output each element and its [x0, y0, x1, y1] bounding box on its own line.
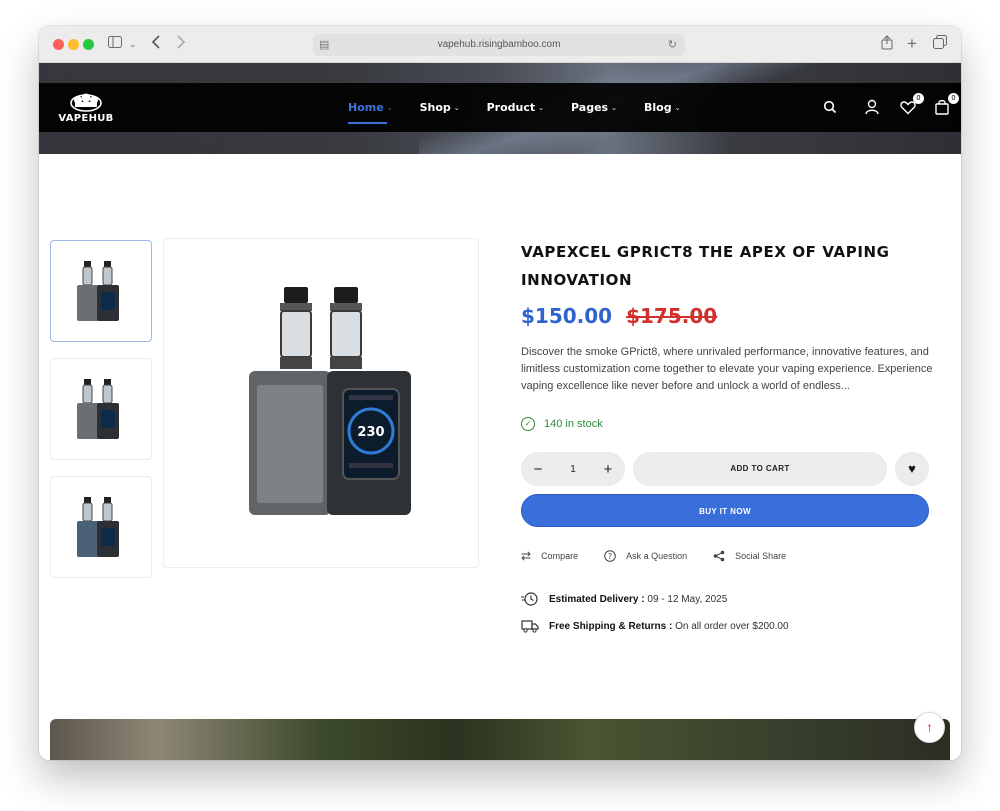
address-bar[interactable]: ▤ vapehub.risingbamboo.com ↻ [313, 34, 685, 56]
minimize-window-button[interactable] [68, 39, 79, 50]
share-nodes-icon [713, 550, 725, 562]
vape-device-image [77, 261, 119, 321]
site-logo[interactable]: VAPEHUB [56, 92, 116, 124]
wishlist-icon[interactable]: 0 [900, 93, 924, 116]
new-tab-icon[interactable]: + [907, 35, 917, 53]
nav-item-home[interactable]: Home ⌄ [348, 101, 393, 124]
chevron-down-icon: ⌄ [386, 103, 393, 112]
estimated-delivery: Estimated Delivery : 09 - 12 May, 2025 [521, 591, 727, 607]
heart-icon: ♥ [908, 461, 916, 476]
vape-device-image: 230 [249, 287, 411, 515]
browser-toolbar: ⌄ ▤ vapehub.risingbamboo.com ↻ + [39, 26, 961, 63]
cart-count-badge: 0 [948, 93, 959, 104]
free-shipping: Free Shipping & Returns : On all order o… [521, 618, 789, 634]
product-main-image[interactable]: 230 [163, 238, 479, 568]
cart-icon[interactable]: 0 [935, 93, 959, 116]
shipping-label: Free Shipping & Returns : [549, 620, 673, 632]
browser-window: ⌄ ▤ vapehub.risingbamboo.com ↻ + VAPEHUB… [39, 26, 961, 760]
increase-quantity-button[interactable]: + [601, 461, 615, 478]
truck-icon [521, 620, 539, 633]
back-arrow-icon[interactable] [151, 35, 161, 53]
product-thumbnail-2[interactable] [50, 358, 152, 460]
buy-now-button[interactable]: BUY IT NOW [521, 494, 929, 527]
reload-icon[interactable]: ↻ [668, 34, 677, 56]
search-icon[interactable] [823, 98, 841, 116]
tab-overview-icon[interactable] [933, 35, 947, 53]
nav-item-pages[interactable]: Pages ⌄ [571, 101, 617, 114]
svg-text:?: ? [608, 552, 612, 561]
chevron-down-icon: ⌄ [538, 103, 545, 112]
price-row: $150.00 $175.00 [521, 304, 717, 328]
product-thumbnail-1[interactable] [50, 240, 152, 342]
delivery-label: Estimated Delivery : [549, 593, 645, 605]
nav-item-shop[interactable]: Shop ⌄ [420, 101, 460, 114]
logo-emblem-icon [70, 93, 102, 112]
original-price: $175.00 [626, 304, 718, 328]
social-share-link[interactable]: Social Share [713, 550, 786, 562]
product-actions: ⇄ Compare ? Ask a Question Social Share [521, 549, 786, 563]
product-description: Discover the smoke GPrict8, where unriva… [521, 346, 933, 392]
add-to-wishlist-button[interactable]: ♥ [895, 452, 929, 486]
nav-item-blog[interactable]: Blog ⌄ [644, 101, 680, 114]
quantity-stepper: − 1 + [521, 452, 625, 486]
arrow-up-icon: ↑ [926, 719, 933, 735]
svg-text:230: 230 [357, 425, 384, 440]
nav-menu: Home ⌄ Shop ⌄ Product ⌄ Pages ⌄ Blog ⌄ [348, 83, 707, 132]
compare-link[interactable]: ⇄ Compare [521, 549, 578, 563]
header-banner: VAPEHUB Home ⌄ Shop ⌄ Product ⌄ Pages ⌄ [39, 63, 961, 154]
wishlist-count-badge: 0 [913, 93, 924, 104]
scroll-to-top-button[interactable]: ↑ [914, 712, 945, 743]
promo-banner-image [50, 719, 950, 760]
compare-arrows-icon: ⇄ [521, 549, 532, 563]
vape-device-image [77, 379, 119, 439]
account-icon[interactable] [864, 98, 882, 116]
nav-item-product[interactable]: Product ⌄ [487, 101, 544, 114]
forward-arrow-icon[interactable] [176, 35, 186, 53]
url-text: vapehub.risingbamboo.com [437, 39, 561, 50]
page-icon: ▤ [319, 39, 330, 51]
close-window-button[interactable] [53, 39, 64, 50]
decrease-quantity-button[interactable]: − [531, 461, 545, 478]
ask-question-link[interactable]: ? Ask a Question [604, 550, 687, 562]
product-title: VAPEXCEL GPRICT8 THE APEX OF VAPING INNO… [521, 243, 890, 289]
chevron-down-icon: ⌄ [674, 103, 681, 112]
main-navigation: VAPEHUB Home ⌄ Shop ⌄ Product ⌄ Pages ⌄ [39, 83, 961, 132]
sidebar-icon[interactable] [108, 35, 122, 53]
maximize-window-button[interactable] [83, 39, 94, 50]
current-price: $150.00 [521, 304, 613, 328]
question-circle-icon: ? [604, 550, 616, 562]
delivery-value: 09 - 12 May, 2025 [647, 593, 728, 605]
delivery-clock-icon [521, 592, 538, 606]
check-circle-icon: ✓ [521, 417, 535, 431]
share-icon[interactable] [881, 35, 893, 53]
stock-text: 140 in stock [544, 418, 603, 430]
logo-text: VAPEHUB [58, 113, 114, 124]
vape-device-image [77, 497, 119, 557]
shipping-value: On all order over $200.00 [675, 620, 789, 632]
chevron-down-icon: ⌄ [453, 103, 460, 112]
chevron-down-icon: ⌄ [611, 103, 617, 112]
add-to-cart-button[interactable]: ADD TO CART [633, 452, 887, 486]
stock-status: ✓ 140 in stock [521, 417, 603, 431]
product-thumbnail-3[interactable] [50, 476, 152, 578]
quantity-input[interactable]: 1 [570, 464, 576, 475]
chevron-down-icon[interactable]: ⌄ [129, 35, 137, 53]
